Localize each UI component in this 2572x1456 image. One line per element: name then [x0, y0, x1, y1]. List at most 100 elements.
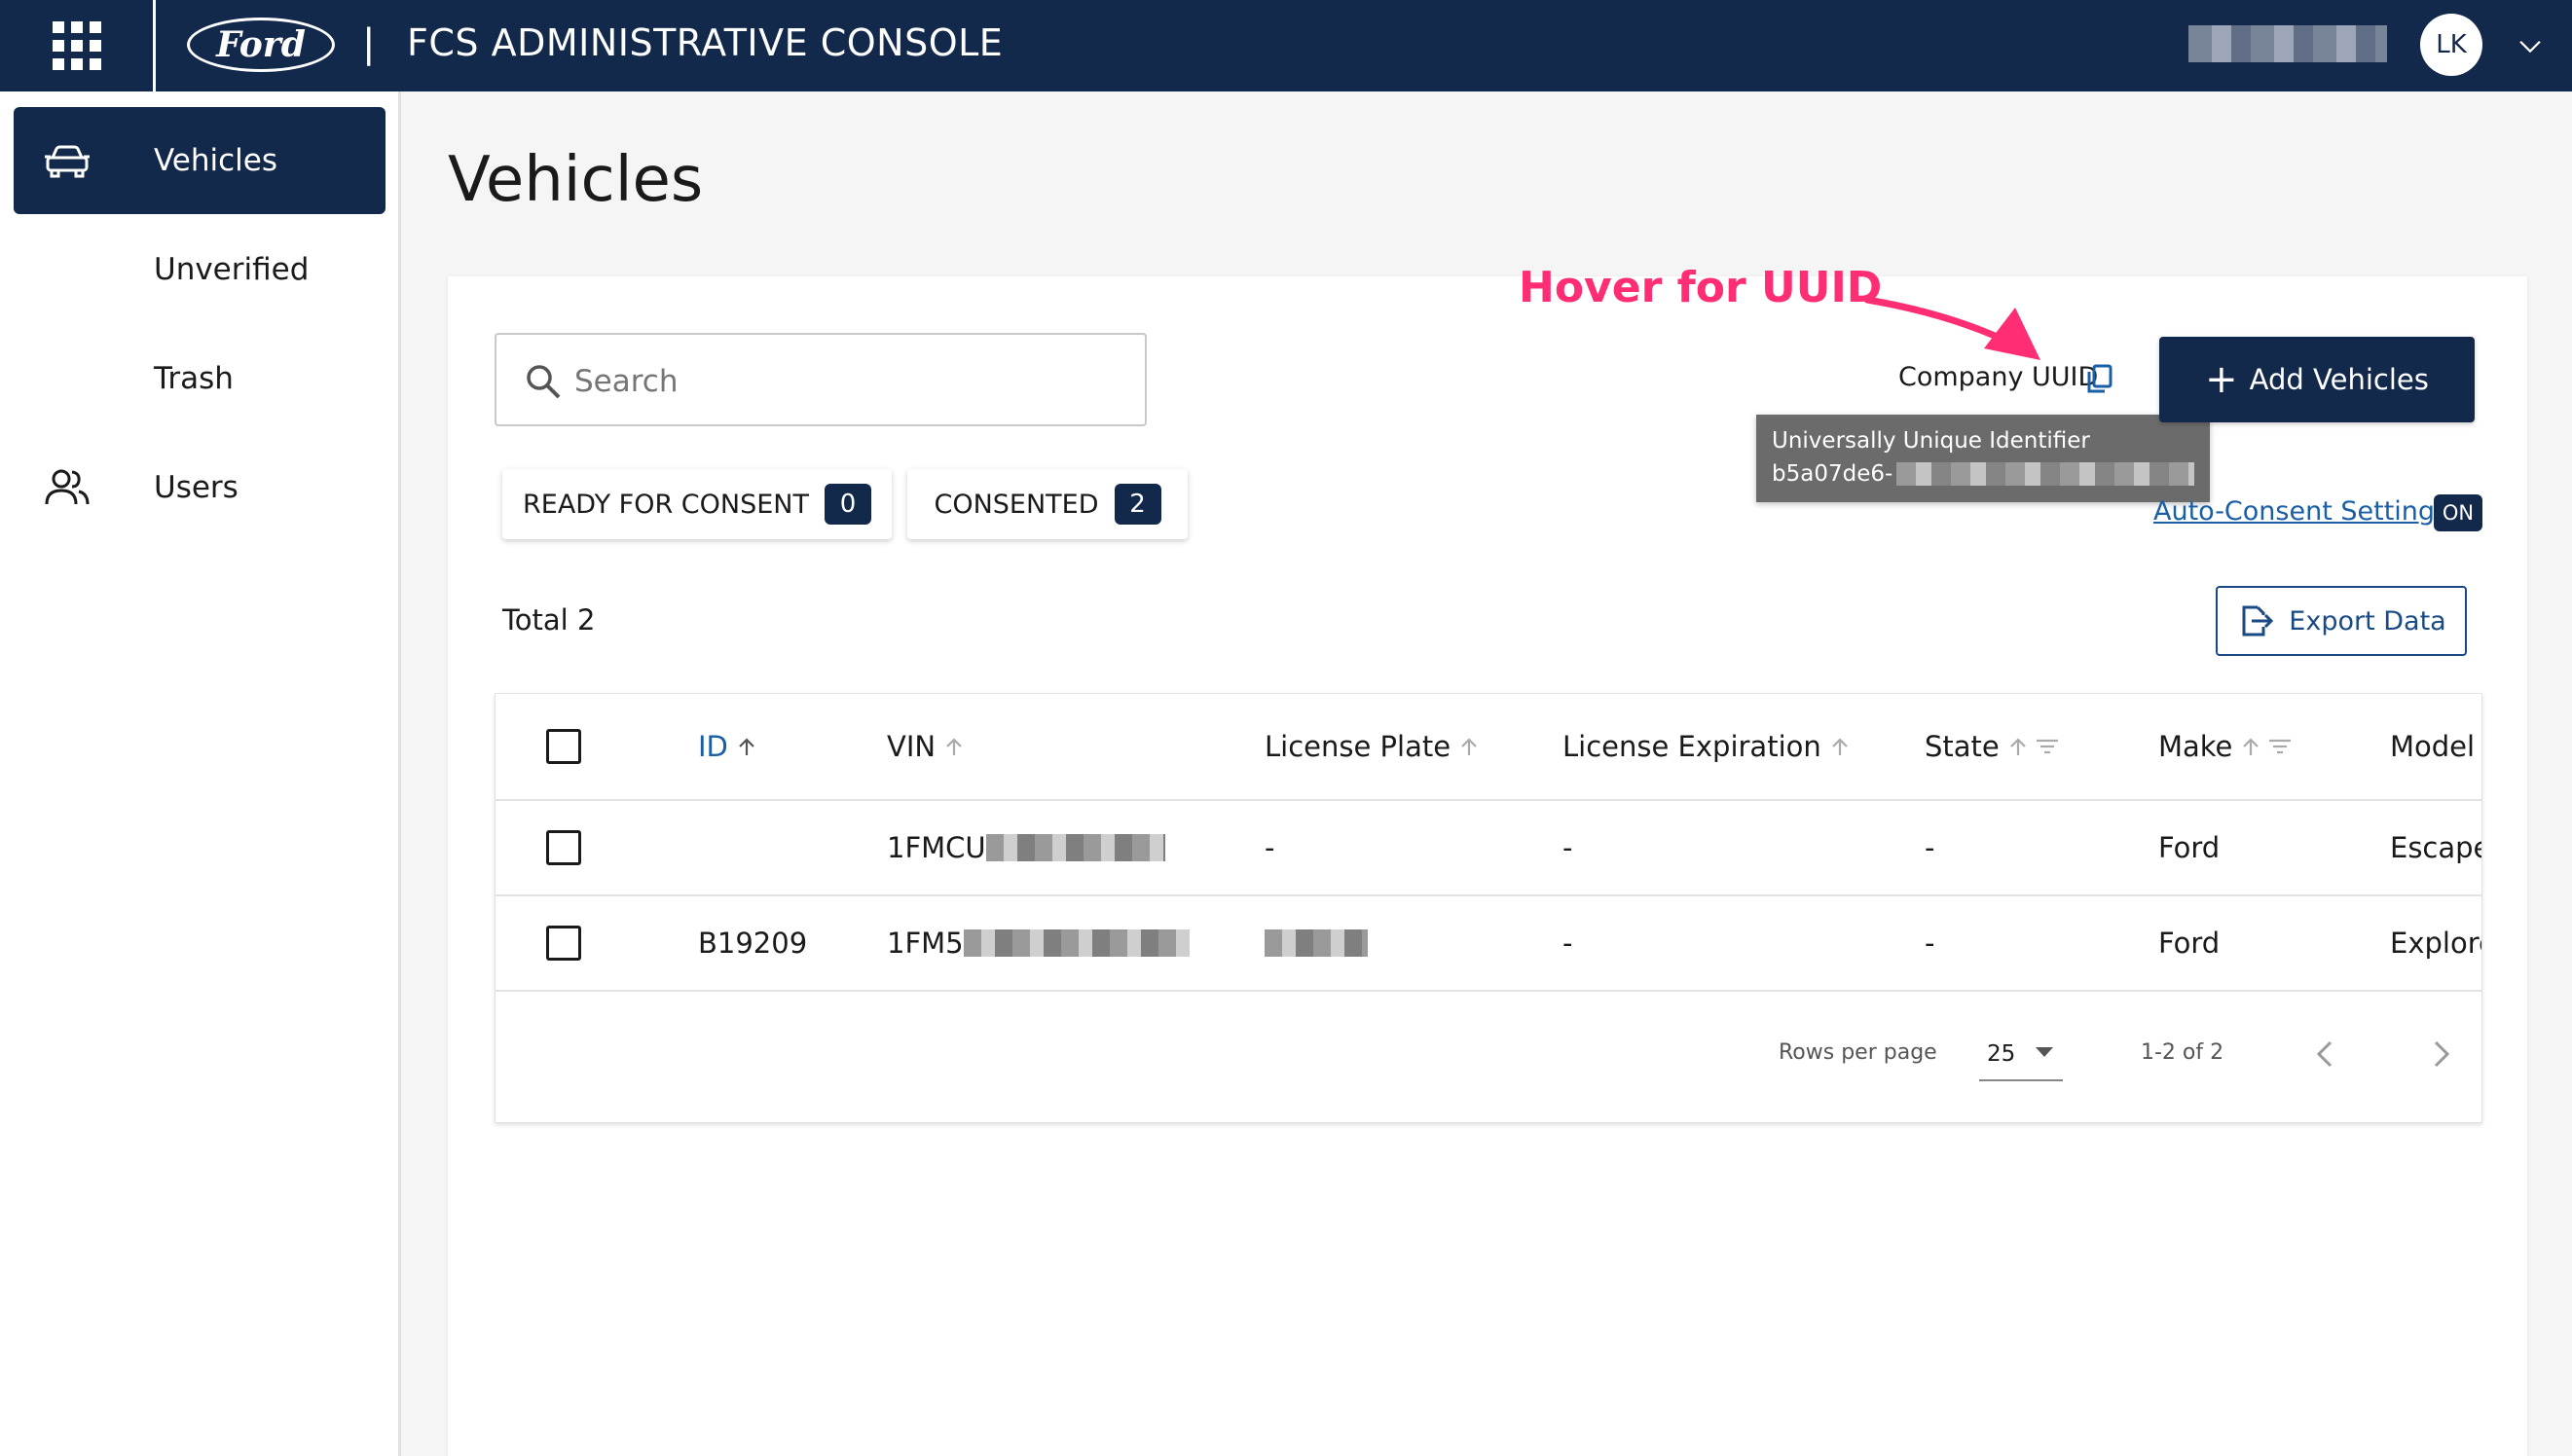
- sidebar-item-unverified[interactable]: Unverified: [14, 216, 386, 323]
- cell-model: Explore: [2390, 927, 2481, 960]
- copy-icon[interactable]: [2085, 362, 2114, 395]
- plus-icon: +: [2205, 357, 2238, 402]
- sort-arrow-up-icon[interactable]: [2240, 736, 2261, 757]
- select-all-cell: [546, 694, 581, 799]
- column-header-label: ID: [698, 730, 728, 763]
- cell-make: Ford: [2158, 927, 2221, 960]
- license-plate-redacted: [1265, 929, 1368, 957]
- filter-icon[interactable]: [2267, 736, 2293, 757]
- search-icon: [527, 365, 561, 399]
- cell-license-plate: -: [1265, 831, 1275, 864]
- table-row[interactable]: B19209 1FM5 - - Ford Explore: [496, 896, 2481, 992]
- export-icon: [2242, 605, 2274, 637]
- column-header-vin[interactable]: VIN: [887, 694, 965, 799]
- hover-hint-annotation: Hover for UUID: [1519, 263, 1883, 312]
- grid-icon: [52, 21, 101, 70]
- pagination-range: 1-2 of 2: [2141, 1040, 2224, 1065]
- auto-consent-status-badge: ON: [2434, 494, 2482, 531]
- cell-vin: 1FM5: [887, 896, 1190, 990]
- chevron-down-icon[interactable]: [2514, 29, 2547, 62]
- filter-count-badge: 2: [1114, 484, 1161, 525]
- sidebar-item-users[interactable]: Users: [14, 434, 386, 541]
- row-select-cell: [546, 896, 581, 990]
- vin-redacted: [963, 929, 1190, 957]
- cell-id: B19209: [698, 927, 808, 960]
- auto-consent-settings-link[interactable]: Auto-Consent Settings: [2153, 496, 2448, 527]
- cell-make: Ford: [2158, 831, 2221, 864]
- app-title: FCS ADMINISTRATIVE CONSOLE: [407, 21, 1004, 64]
- vin-prefix: 1FMCU: [887, 831, 986, 864]
- filter-icon[interactable]: [2035, 736, 2060, 757]
- cell-vin: 1FMCU: [887, 801, 1165, 894]
- cell-state: -: [1925, 927, 1935, 960]
- column-header-make[interactable]: Make: [2158, 694, 2293, 799]
- column-header-id[interactable]: ID: [698, 694, 757, 799]
- filter-ready-for-consent[interactable]: READY FOR CONSENT 0: [502, 469, 892, 539]
- pagination-bar: Rows per page 25 1-2 of 2: [496, 992, 2481, 1122]
- ford-logo: Ford: [187, 18, 335, 72]
- tooltip-title: Universally Unique Identifier: [1772, 428, 2090, 454]
- rows-per-page-label: Rows per page: [1779, 1040, 1937, 1065]
- sidebar-item-label: Users: [154, 470, 239, 505]
- total-count: Total 2: [502, 603, 596, 637]
- column-header-state[interactable]: State: [1925, 694, 2060, 799]
- filter-label: READY FOR CONSENT: [523, 489, 809, 520]
- car-icon: [45, 145, 90, 178]
- filter-label: CONSENTED: [934, 489, 1099, 520]
- column-header-license-expiration[interactable]: License Expiration: [1562, 694, 1851, 799]
- chevron-right-icon[interactable]: [2421, 1035, 2460, 1074]
- table-header-row: ID VIN License Plate License Expiration …: [496, 694, 2481, 801]
- sidebar-item-label: Unverified: [154, 252, 310, 287]
- search-input[interactable]: [574, 354, 1120, 409]
- sort-arrow-up-icon[interactable]: [1829, 736, 1851, 757]
- company-uuid-label[interactable]: Company UUID: [1898, 362, 2098, 392]
- title-separator: |: [362, 21, 376, 66]
- top-bar: Ford | FCS ADMINISTRATIVE CONSOLE LK: [0, 0, 2572, 91]
- sort-arrow-up-icon[interactable]: [943, 736, 965, 757]
- search-field[interactable]: [495, 333, 1147, 426]
- row-select-cell: [546, 801, 581, 894]
- sidebar-item-label: Vehicles: [154, 143, 278, 178]
- caret-down-icon[interactable]: [2034, 1044, 2055, 1060]
- sort-arrow-up-icon[interactable]: [1458, 736, 1480, 757]
- filter-consented[interactable]: CONSENTED 2: [907, 469, 1188, 539]
- user-name-redacted: [2188, 25, 2387, 62]
- filter-count-badge: 0: [825, 484, 871, 525]
- sidebar-item-trash[interactable]: Trash: [14, 325, 386, 432]
- tooltip-uuid: b5a07de6-: [1772, 457, 2194, 491]
- tooltip-uuid-prefix: b5a07de6-: [1772, 461, 1893, 487]
- annotation-arrow-icon: [1863, 296, 2040, 360]
- sidebar-item-vehicles[interactable]: Vehicles: [14, 107, 386, 214]
- add-vehicles-label: Add Vehicles: [2249, 363, 2429, 396]
- cell-license-plate: [1265, 896, 1368, 990]
- export-data-label: Export Data: [2289, 605, 2446, 637]
- users-icon: [45, 469, 90, 505]
- row-checkbox[interactable]: [546, 926, 581, 961]
- column-header-label: License Expiration: [1562, 730, 1821, 763]
- sort-arrow-up-icon[interactable]: [2007, 736, 2029, 757]
- app-launcher-button[interactable]: [0, 0, 156, 91]
- sort-arrow-up-icon[interactable]: [736, 736, 757, 757]
- vin-prefix: 1FM5: [887, 927, 964, 960]
- uuid-redacted: [1896, 462, 2194, 486]
- row-checkbox[interactable]: [546, 830, 581, 865]
- sidebar-item-label: Trash: [154, 361, 234, 396]
- chevron-left-icon[interactable]: [2306, 1035, 2345, 1074]
- table-row[interactable]: 1FMCU - - - Ford Escape: [496, 801, 2482, 896]
- cell-license-expiration: -: [1562, 927, 1573, 960]
- cell-state: -: [1925, 831, 1935, 864]
- user-avatar[interactable]: LK: [2420, 14, 2482, 76]
- select-all-checkbox[interactable]: [546, 729, 581, 764]
- column-header-label: Model: [2390, 730, 2476, 763]
- column-header-label: License Plate: [1265, 730, 1451, 763]
- sidebar: Vehicles Unverified Trash Users: [0, 91, 401, 1456]
- export-data-button[interactable]: Export Data: [2216, 586, 2467, 656]
- column-header-model[interactable]: Model: [2390, 694, 2475, 799]
- uuid-tooltip: Universally Unique Identifier b5a07de6-: [1756, 415, 2210, 502]
- add-vehicles-button[interactable]: + Add Vehicles: [2159, 337, 2475, 422]
- column-header-label: Make: [2158, 730, 2233, 763]
- cell-model: Escape: [2390, 831, 2482, 864]
- column-header-label: VIN: [887, 730, 937, 763]
- vin-redacted: [985, 834, 1165, 861]
- column-header-license-plate[interactable]: License Plate: [1265, 694, 1480, 799]
